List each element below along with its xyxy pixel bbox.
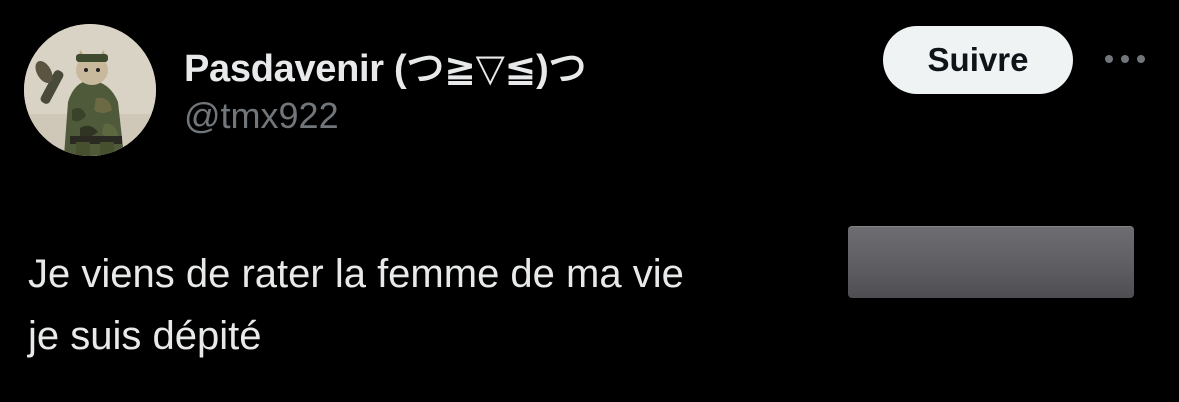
avatar-image [24,24,156,156]
tweet-card: Pasdavenir (つ≧▽≦)つ @tmx922 Suivre Je vie… [0,0,1179,402]
more-horizontal-icon [1105,55,1145,63]
tweet-text: Je viens de rater la femme de ma vie je … [28,243,684,367]
tweet-text-line-1: Je viens de rater la femme de ma vie [28,252,684,296]
tweet-text-line-2: je suis dépité [28,314,262,358]
author-display-name[interactable]: Pasdavenir (つ≧▽≦)つ [184,37,586,92]
redacted-emoji-block [848,226,1134,298]
avatar[interactable] [24,24,156,156]
follow-button[interactable]: Suivre [883,26,1073,94]
author-handle[interactable]: @tmx922 [184,95,339,137]
more-options-button[interactable] [1100,44,1150,74]
